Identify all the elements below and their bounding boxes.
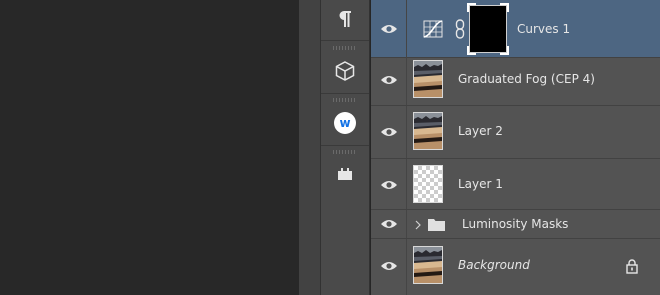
dock-separator [321,145,369,146]
curves-adjustment-icon [423,20,443,38]
layer-name: Background [458,258,530,272]
layer-thumbnail[interactable] [413,60,443,98]
visibility-eye-icon[interactable] [380,179,398,191]
dock-separator [321,40,369,41]
layer-row-curves[interactable]: Curves 1 [371,0,660,58]
layer-row-background[interactable]: Background [371,239,660,295]
paragraph-panel-button[interactable] [321,0,369,38]
plugin-panel-button[interactable] [321,155,369,193]
folder-icon [428,219,445,231]
plugin-icon [338,168,352,180]
layer-row-graduated-fog[interactable]: Graduated Fog (CEP 4) [371,53,660,106]
row-divider [406,0,407,57]
layer-thumbnail[interactable] [413,112,443,150]
layer-name: Graduated Fog (CEP 4) [458,72,595,86]
visibility-eye-icon[interactable] [380,74,398,86]
dock-grip[interactable] [333,46,357,50]
chain-link-icon[interactable] [455,19,465,39]
layer-mask-thumbnail[interactable] [467,3,509,55]
extension-panel-button[interactable]: w [321,104,369,142]
paragraph-icon [339,11,351,27]
layer-row-luminosity-masks-group[interactable]: Luminosity Masks [371,210,660,239]
row-divider [406,239,407,295]
chevron-right-icon[interactable] [415,220,421,230]
dock-grip[interactable] [333,150,357,154]
layer-thumbnail[interactable] [413,246,443,284]
visibility-eye-icon[interactable] [380,126,398,138]
group-name: Luminosity Masks [462,217,569,231]
transparent-layer-thumbnail[interactable] [413,165,443,203]
layers-panel: Curves 1 Graduated Fog (CEP 4) Layer 2 L… [371,0,660,295]
visibility-eye-icon[interactable] [380,260,398,272]
dock-grip[interactable] [333,98,357,102]
layer-name: Layer 1 [458,177,503,191]
visibility-eye-icon[interactable] [380,23,398,35]
dock-separator [321,93,369,94]
row-divider [406,106,407,158]
layer-name: Layer 2 [458,124,503,138]
cube-icon [335,61,355,81]
document-canvas[interactable] [0,0,299,295]
layer-row-layer-2[interactable]: Layer 2 [371,106,660,159]
lock-icon[interactable] [626,259,638,274]
row-divider [406,210,407,238]
row-divider [406,53,407,105]
3d-panel-button[interactable] [321,52,369,90]
panel-gutter [299,0,320,295]
panel-dock: w [320,0,370,295]
visibility-eye-icon[interactable] [380,218,398,230]
layer-row-layer-1[interactable]: Layer 1 [371,159,660,210]
layer-name: Curves 1 [517,22,571,36]
w-logo-icon: w [334,112,356,134]
row-divider [406,159,407,209]
